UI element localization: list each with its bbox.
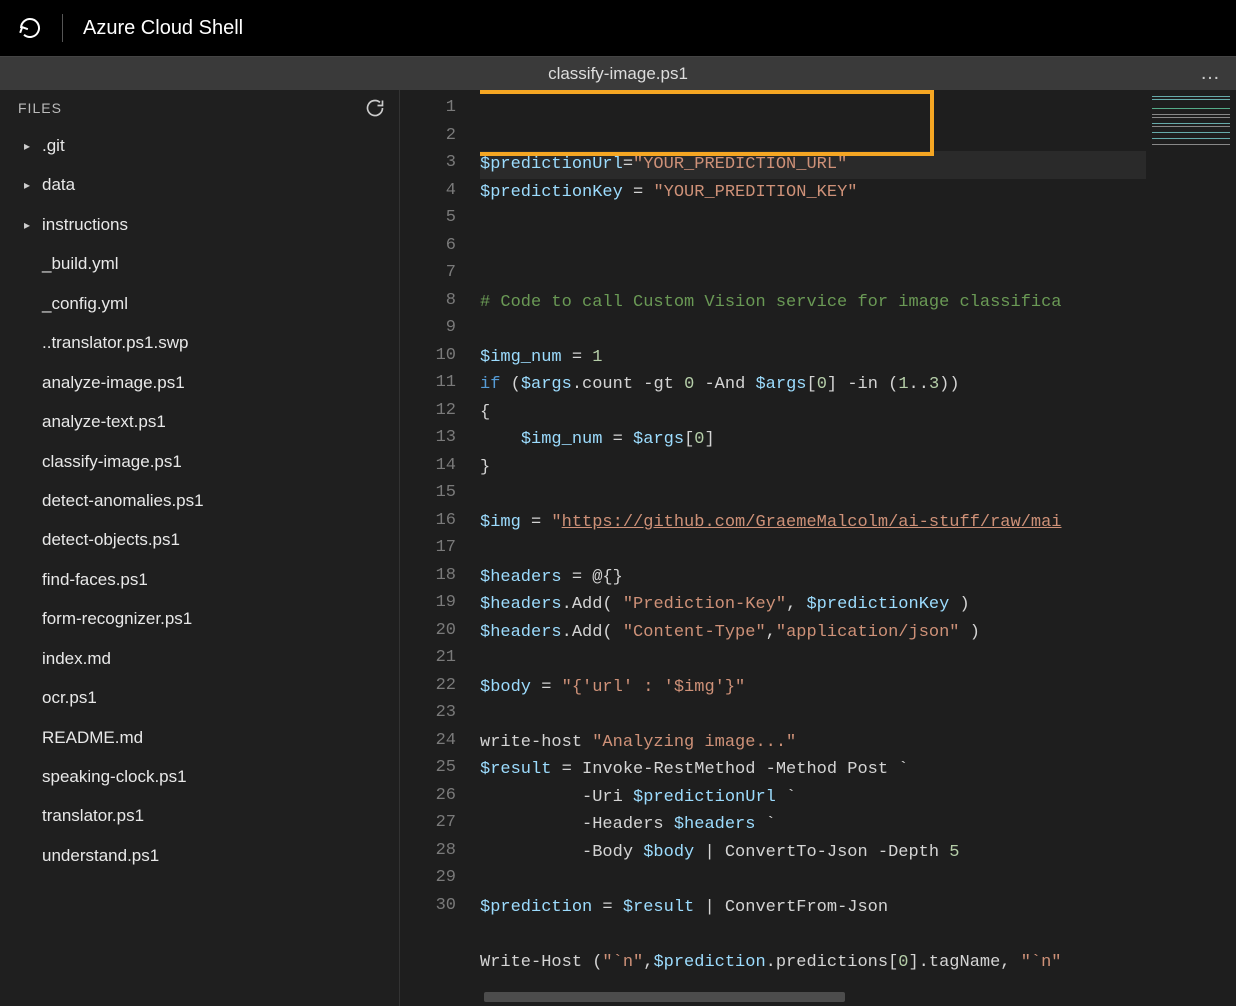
line-number: 12 bbox=[400, 397, 480, 425]
code-line[interactable] bbox=[480, 206, 1146, 234]
code-editor[interactable]: 1234567891011121314151617181920212223242… bbox=[400, 90, 1236, 1006]
line-number: 11 bbox=[400, 369, 480, 397]
code-line[interactable]: { bbox=[480, 399, 1146, 427]
line-number: 20 bbox=[400, 617, 480, 645]
code-line[interactable]: $result = Invoke-RestMethod -Method Post… bbox=[480, 756, 1146, 784]
line-number: 18 bbox=[400, 562, 480, 590]
line-number: 23 bbox=[400, 699, 480, 727]
annotation-highlight-box bbox=[480, 90, 934, 156]
code-line[interactable]: $predictionUrl="YOUR_PREDICTION_URL" bbox=[480, 151, 1146, 179]
line-number: 26 bbox=[400, 782, 480, 810]
header-divider bbox=[62, 14, 63, 42]
code-line[interactable] bbox=[480, 261, 1146, 289]
reload-icon[interactable] bbox=[365, 98, 385, 118]
file-item[interactable]: understand.ps1 bbox=[0, 836, 399, 875]
file-item[interactable]: _build.yml bbox=[0, 244, 399, 283]
file-item[interactable]: README.md bbox=[0, 718, 399, 757]
file-item[interactable]: speaking-clock.ps1 bbox=[0, 757, 399, 796]
file-item[interactable]: ..translator.ps1.swp bbox=[0, 323, 399, 362]
line-number: 5 bbox=[400, 204, 480, 232]
line-number: 10 bbox=[400, 342, 480, 370]
file-item[interactable]: detect-objects.ps1 bbox=[0, 520, 399, 559]
line-number: 8 bbox=[400, 287, 480, 315]
file-item[interactable]: analyze-image.ps1 bbox=[0, 363, 399, 402]
file-item[interactable]: _config.yml bbox=[0, 284, 399, 323]
code-line[interactable]: write-host "Analyzing image..." bbox=[480, 729, 1146, 757]
code-line[interactable] bbox=[480, 646, 1146, 674]
file-item[interactable]: ocr.ps1 bbox=[0, 678, 399, 717]
minimap[interactable] bbox=[1146, 90, 1236, 1006]
code-line[interactable]: # Code to call Custom Vision service for… bbox=[480, 289, 1146, 317]
file-item[interactable]: classify-image.ps1 bbox=[0, 442, 399, 481]
code-line[interactable]: -Uri $predictionUrl ` bbox=[480, 784, 1146, 812]
line-number: 1 bbox=[400, 94, 480, 122]
code-line[interactable] bbox=[480, 701, 1146, 729]
code-line[interactable] bbox=[480, 536, 1146, 564]
files-heading: FILES bbox=[18, 100, 62, 116]
file-item[interactable]: find-faces.ps1 bbox=[0, 560, 399, 599]
code-line[interactable]: $body = "{'url' : '$img'}" bbox=[480, 674, 1146, 702]
line-number: 21 bbox=[400, 644, 480, 672]
code-line[interactable]: $img = "https://github.com/GraemeMalcolm… bbox=[480, 509, 1146, 537]
folder-item[interactable]: instructions bbox=[0, 205, 399, 244]
more-menu-icon[interactable]: … bbox=[1200, 62, 1222, 85]
line-number: 4 bbox=[400, 177, 480, 205]
code-line[interactable]: -Headers $headers ` bbox=[480, 811, 1146, 839]
line-number: 29 bbox=[400, 864, 480, 892]
code-line[interactable]: if ($args.count -gt 0 -And $args[0] -in … bbox=[480, 371, 1146, 399]
code-line[interactable] bbox=[480, 921, 1146, 949]
code-line[interactable] bbox=[480, 234, 1146, 262]
file-tree[interactable]: .gitdatainstructions_build.yml_config.ym… bbox=[0, 126, 399, 1006]
code-line[interactable]: $headers.Add( "Content-Type","applicatio… bbox=[480, 619, 1146, 647]
tab-bar: classify-image.ps1 … bbox=[0, 56, 1236, 90]
line-number: 25 bbox=[400, 754, 480, 782]
scrollbar-thumb[interactable] bbox=[484, 992, 845, 1002]
line-number: 30 bbox=[400, 892, 480, 920]
file-explorer-header: FILES bbox=[0, 90, 399, 126]
refresh-icon[interactable] bbox=[18, 16, 42, 40]
line-number-gutter: 1234567891011121314151617181920212223242… bbox=[400, 90, 480, 1006]
window-header: Azure Cloud Shell bbox=[0, 0, 1236, 56]
line-number: 3 bbox=[400, 149, 480, 177]
file-item[interactable]: translator.ps1 bbox=[0, 796, 399, 835]
line-number: 19 bbox=[400, 589, 480, 617]
line-number: 22 bbox=[400, 672, 480, 700]
line-number: 6 bbox=[400, 232, 480, 260]
folder-item[interactable]: data bbox=[0, 165, 399, 204]
code-line[interactable]: $headers = @{} bbox=[480, 564, 1146, 592]
app-title: Azure Cloud Shell bbox=[83, 17, 243, 40]
line-number: 24 bbox=[400, 727, 480, 755]
code-line[interactable] bbox=[480, 481, 1146, 509]
line-number: 7 bbox=[400, 259, 480, 287]
code-line[interactable]: $img_num = 1 bbox=[480, 344, 1146, 372]
line-number: 28 bbox=[400, 837, 480, 865]
code-line[interactable] bbox=[480, 866, 1146, 894]
file-item[interactable]: detect-anomalies.ps1 bbox=[0, 481, 399, 520]
file-item[interactable]: analyze-text.ps1 bbox=[0, 402, 399, 441]
file-item[interactable]: index.md bbox=[0, 639, 399, 678]
code-line[interactable]: } bbox=[480, 454, 1146, 482]
code-line[interactable]: $img_num = $args[0] bbox=[480, 426, 1146, 454]
tab-filename[interactable]: classify-image.ps1 bbox=[548, 64, 688, 84]
line-number: 17 bbox=[400, 534, 480, 562]
line-number: 9 bbox=[400, 314, 480, 342]
folder-item[interactable]: .git bbox=[0, 126, 399, 165]
file-explorer: FILES .gitdatainstructions_build.yml_con… bbox=[0, 90, 400, 1006]
line-number: 15 bbox=[400, 479, 480, 507]
code-line[interactable]: $prediction = $result | ConvertFrom-Json bbox=[480, 894, 1146, 922]
code-line[interactable]: Write-Host ("`n",$prediction.predictions… bbox=[480, 949, 1146, 977]
line-number: 13 bbox=[400, 424, 480, 452]
code-line[interactable]: $headers.Add( "Prediction-Key", $predict… bbox=[480, 591, 1146, 619]
code-line[interactable] bbox=[480, 316, 1146, 344]
main-area: FILES .gitdatainstructions_build.yml_con… bbox=[0, 90, 1236, 1006]
code-content[interactable]: $predictionUrl="YOUR_PREDICTION_URL"$pre… bbox=[480, 90, 1146, 1006]
code-line[interactable]: -Body $body | ConvertTo-Json -Depth 5 bbox=[480, 839, 1146, 867]
horizontal-scrollbar[interactable] bbox=[484, 990, 1140, 1004]
line-number: 27 bbox=[400, 809, 480, 837]
file-item[interactable]: form-recognizer.ps1 bbox=[0, 599, 399, 638]
line-number: 2 bbox=[400, 122, 480, 150]
code-line[interactable]: $predictionKey = "YOUR_PREDITION_KEY" bbox=[480, 179, 1146, 207]
line-number: 14 bbox=[400, 452, 480, 480]
line-number: 16 bbox=[400, 507, 480, 535]
